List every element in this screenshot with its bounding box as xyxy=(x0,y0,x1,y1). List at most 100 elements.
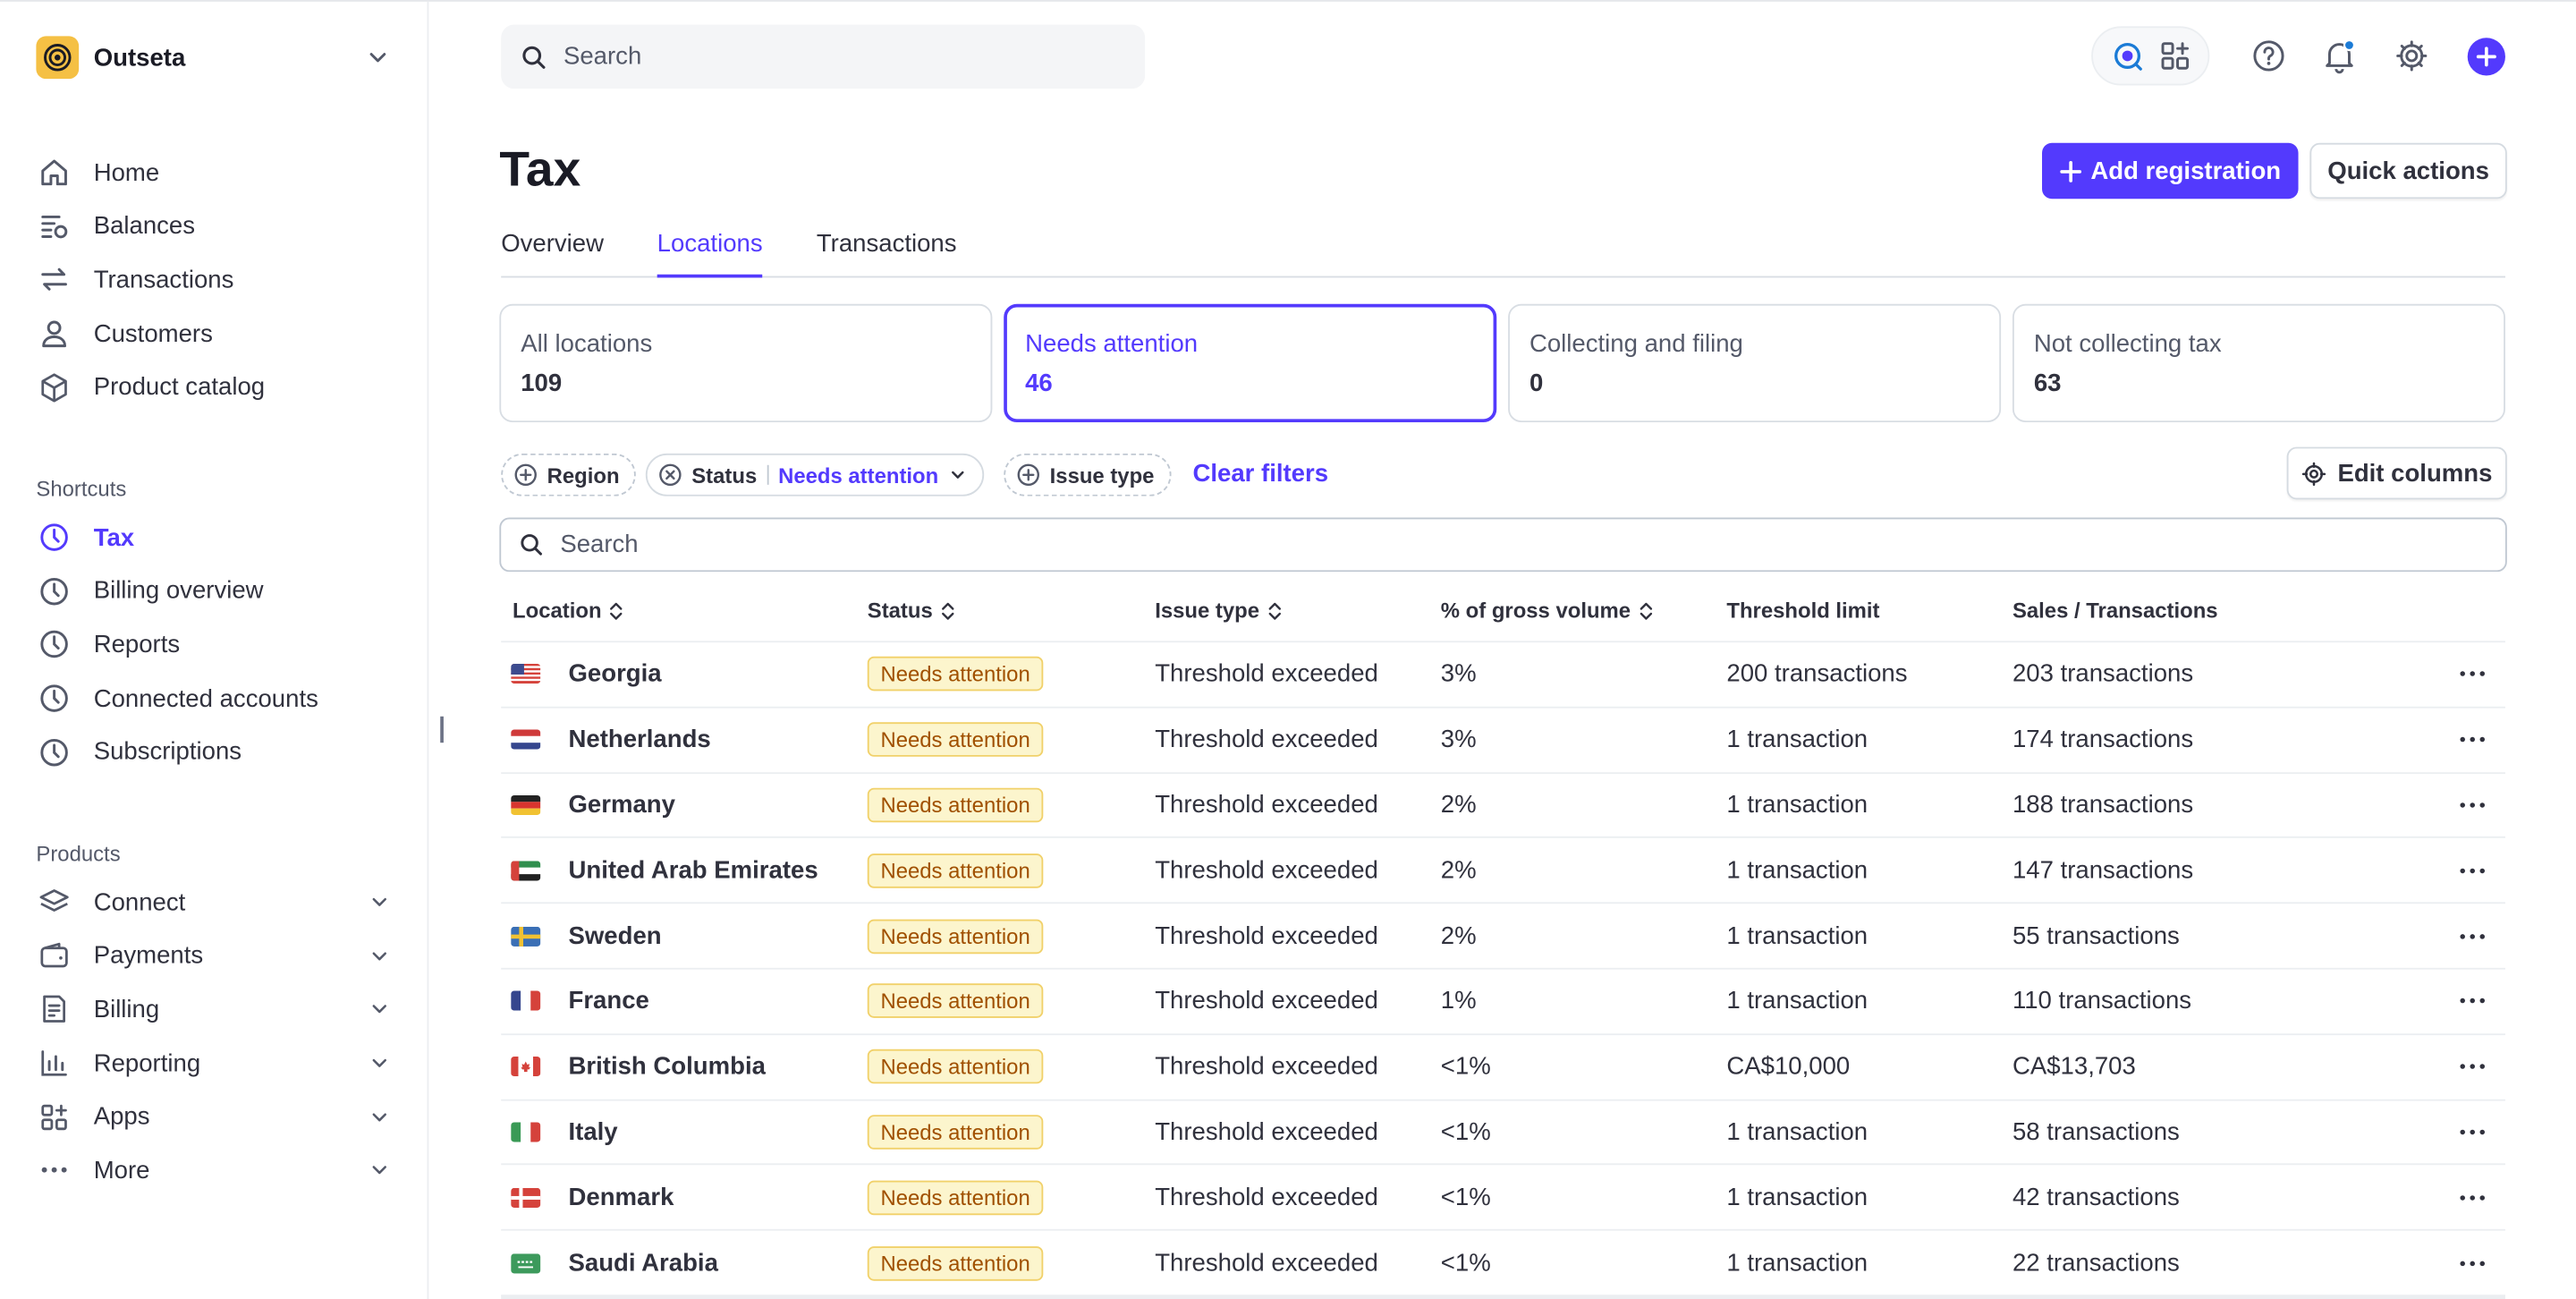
threshold-cell: 1 transaction xyxy=(1726,1183,1868,1212)
apps-grid-icon[interactable] xyxy=(2158,39,2191,72)
account-switcher[interactable]: Outseta xyxy=(36,35,391,81)
issue-type-cell: Threshold exceeded xyxy=(1155,1183,1378,1212)
create-plus-icon[interactable] xyxy=(2467,38,2505,76)
table-row[interactable]: Denmark Needs attention Threshold exceed… xyxy=(501,1166,2505,1232)
shortcut-subscriptions[interactable]: Subscriptions xyxy=(36,726,391,779)
table-row[interactable]: Italy Needs attention Threshold exceeded… xyxy=(501,1100,2505,1166)
product-more[interactable]: More xyxy=(36,1143,391,1197)
sales-cell: 203 transactions xyxy=(2012,660,2194,689)
global-search[interactable] xyxy=(501,24,1146,89)
product-connect[interactable]: Connect xyxy=(36,876,391,930)
location-name: Georgia xyxy=(568,660,662,689)
issue-type-cell: Threshold exceeded xyxy=(1155,726,1378,754)
row-overflow-menu-icon[interactable] xyxy=(2456,1246,2489,1279)
row-overflow-menu-icon[interactable] xyxy=(2456,789,2489,822)
tab-transactions[interactable]: Transactions xyxy=(817,226,957,277)
products-heading: Products xyxy=(36,841,121,866)
nav-item-customers[interactable]: Customers xyxy=(36,307,391,361)
issue-type-cell: Threshold exceeded xyxy=(1155,660,1378,689)
table-row[interactable]: United Arab Emirates Needs attention Thr… xyxy=(501,838,2505,904)
threshold-cell: 1 transaction xyxy=(1726,1117,1868,1147)
table-row[interactable]: Netherlands Needs attention Threshold ex… xyxy=(501,708,2505,774)
help-icon[interactable] xyxy=(2250,38,2286,73)
global-search-input[interactable] xyxy=(563,42,1056,71)
shortcuts-nav: Tax Billing overview Reports Connected a… xyxy=(36,511,391,778)
gross-volume-cell: 2% xyxy=(1440,921,1477,950)
row-overflow-menu-icon[interactable] xyxy=(2456,723,2489,756)
invoice-icon xyxy=(36,991,72,1027)
nav-item-home[interactable]: Home xyxy=(36,146,391,200)
shortcut-label: Connected accounts xyxy=(93,684,318,713)
table-row[interactable]: Germany Needs attention Threshold exceed… xyxy=(501,773,2505,839)
clear-circle-icon[interactable] xyxy=(659,463,682,487)
row-overflow-menu-icon[interactable] xyxy=(2456,1116,2489,1149)
filter-separator xyxy=(767,464,769,485)
issue-type-cell: Threshold exceeded xyxy=(1155,1052,1378,1081)
edit-columns-button[interactable]: Edit columns xyxy=(2286,446,2507,500)
row-overflow-menu-icon[interactable] xyxy=(2456,1181,2489,1214)
table-search-input[interactable] xyxy=(560,531,1054,559)
filter-status[interactable]: Status Needs attention xyxy=(645,453,985,497)
quick-actions-button[interactable]: Quick actions xyxy=(2309,142,2507,200)
tab-locations[interactable]: Locations xyxy=(657,226,763,278)
card-label: All locations xyxy=(521,330,653,359)
card-all-locations[interactable]: All locations 109 xyxy=(499,303,993,423)
column-header-status[interactable]: Status xyxy=(868,599,956,623)
sidebar: Outseta Home Balances Transactions Custo… xyxy=(0,1,429,1299)
row-overflow-menu-icon[interactable] xyxy=(2456,854,2489,887)
plus-icon xyxy=(2059,160,2081,182)
shortcut-label: Reports xyxy=(93,631,181,659)
row-overflow-menu-icon[interactable] xyxy=(2456,1050,2489,1083)
gross-volume-cell: 2% xyxy=(1440,791,1477,819)
add-registration-button[interactable]: Add registration xyxy=(2042,142,2299,200)
column-header-issue-type[interactable]: Issue type xyxy=(1155,599,1283,623)
filter-issue-type[interactable]: Issue type xyxy=(1004,453,1171,497)
location-name: United Arab Emirates xyxy=(568,856,818,885)
product-label: Connect xyxy=(93,888,186,917)
card-collecting-and-filing[interactable]: Collecting and filing 0 xyxy=(1508,303,2002,423)
clear-filters-link[interactable]: Clear filters xyxy=(1192,460,1328,488)
status-badge: Needs attention xyxy=(867,1245,1044,1280)
row-overflow-menu-icon[interactable] xyxy=(2456,920,2489,953)
nav-item-product-catalog[interactable]: Product catalog xyxy=(36,361,391,414)
notifications-bell-icon[interactable] xyxy=(2321,38,2357,74)
gross-volume-cell: <1% xyxy=(1440,1117,1491,1147)
filter-region[interactable]: Region xyxy=(501,453,636,497)
nav-item-balances[interactable]: Balances xyxy=(36,200,391,253)
table-row[interactable]: Saudi Arabia Needs attention Threshold e… xyxy=(501,1231,2505,1297)
shortcut-billing-overview[interactable]: Billing overview xyxy=(36,565,391,618)
sort-icon xyxy=(1639,601,1652,619)
table-search[interactable] xyxy=(499,517,2507,573)
settings-gear-icon[interactable] xyxy=(2394,38,2429,73)
column-header-location[interactable]: Location xyxy=(513,599,624,623)
table-row[interactable]: British Columbia Needs attention Thresho… xyxy=(501,1035,2505,1100)
card-needs-attention[interactable]: Needs attention 46 xyxy=(1004,303,1497,423)
outseta-logo-icon xyxy=(36,36,80,80)
shortcut-tax[interactable]: Tax xyxy=(36,511,391,565)
card-value: 46 xyxy=(1025,369,1053,398)
column-header-gross-volume[interactable]: % of gross volume xyxy=(1441,599,1654,623)
assistant-icon[interactable] xyxy=(2110,39,2143,72)
table-row[interactable]: France Needs attention Threshold exceede… xyxy=(501,970,2505,1035)
issue-type-cell: Threshold exceeded xyxy=(1155,791,1378,819)
product-billing[interactable]: Billing xyxy=(36,983,391,1037)
chevron-down-icon xyxy=(369,53,386,63)
table-row[interactable]: Georgia Needs attention Threshold exceed… xyxy=(501,642,2505,709)
product-payments[interactable]: Payments xyxy=(36,930,391,983)
shortcut-connected-accounts[interactable]: Connected accounts xyxy=(36,672,391,726)
chevron-down-icon xyxy=(372,1112,386,1121)
row-overflow-menu-icon[interactable] xyxy=(2456,985,2489,1018)
row-overflow-menu-icon[interactable] xyxy=(2456,658,2489,691)
card-not-collecting-tax[interactable]: Not collecting tax 63 xyxy=(2012,303,2505,423)
threshold-cell: 1 transaction xyxy=(1726,726,1868,754)
gross-volume-cell: 2% xyxy=(1440,856,1477,885)
filter-status-label: Status xyxy=(691,463,758,488)
tab-overview[interactable]: Overview xyxy=(501,226,604,277)
sales-cell: CA$13,703 xyxy=(2012,1052,2136,1081)
table-row[interactable]: Sweden Needs attention Threshold exceede… xyxy=(501,904,2505,970)
nav-item-transactions[interactable]: Transactions xyxy=(36,253,391,307)
sidebar-resize-handle[interactable] xyxy=(440,716,444,743)
product-reporting[interactable]: Reporting xyxy=(36,1037,391,1091)
product-apps[interactable]: Apps xyxy=(36,1090,391,1143)
shortcut-reports[interactable]: Reports xyxy=(36,618,391,672)
